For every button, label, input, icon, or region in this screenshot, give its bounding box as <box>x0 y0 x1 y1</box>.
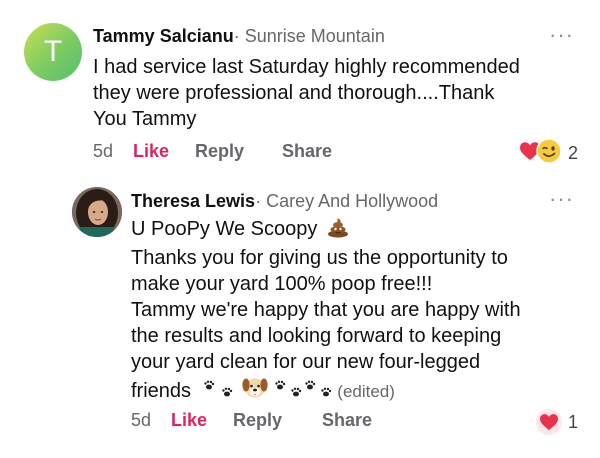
comment-text: I had service last Saturday highly recom… <box>93 54 583 132</box>
avatar[interactable] <box>72 187 122 237</box>
comment-line: I had service last Saturday highly recom… <box>93 56 520 78</box>
comment-line: U PooPy We Scoopy <box>131 216 581 245</box>
comment-line: Thanks you for giving us the opportunity… <box>131 247 508 269</box>
share-button[interactable]: Share <box>322 410 372 431</box>
comment-line: make your yard 100% poop free!!! <box>131 273 433 295</box>
edited-label[interactable]: (edited) <box>337 382 395 401</box>
avatar-letter: T <box>43 35 63 68</box>
separator: · <box>255 191 262 211</box>
like-button[interactable]: Like <box>171 410 233 431</box>
comment-line-text: U PooPy We Scoopy <box>131 218 318 240</box>
comment-header: Tammy Salcianu· Sunrise Mountain <box>93 25 385 47</box>
comment-line-text: friends <box>131 380 192 402</box>
reaction-count: 1 <box>567 411 578 432</box>
comment-line: Tammy we're happy that you are happy wit… <box>131 299 521 321</box>
reply-button[interactable]: Reply <box>233 410 322 431</box>
comment-text: U PooPy We Scoopy Thanks you for giving … <box>131 216 581 406</box>
more-options-icon[interactable]: ··· <box>549 24 574 46</box>
heart-icon <box>535 409 562 435</box>
comment-theresa: Theresa Lewis· Carey And Hollywood ··· U… <box>0 175 600 458</box>
reaction-count: 2 <box>567 143 578 163</box>
more-options-icon[interactable]: ··· <box>549 188 574 210</box>
comment-actions: 5d Like Reply Share <box>93 141 332 162</box>
poop-emoji-icon <box>327 216 349 245</box>
reactions-summary[interactable]: 2 <box>519 138 578 169</box>
comment-line: You Tammy <box>93 108 197 130</box>
paw-prints-icon <box>274 379 332 406</box>
comment-line: they were professional and thorough....T… <box>93 82 495 104</box>
comment-actions: 5d Like Reply Share <box>131 410 372 431</box>
reply-button[interactable]: Reply <box>195 141 282 162</box>
paw-prints-icon <box>203 379 237 406</box>
share-button[interactable]: Share <box>282 141 332 162</box>
wink-face-icon <box>536 138 562 169</box>
author-location: Sunrise Mountain <box>244 26 385 46</box>
author-name[interactable]: Tammy Salcianu <box>93 26 234 46</box>
comment-line: the results and looking forward to keepi… <box>131 325 502 347</box>
avatar[interactable]: T <box>24 23 82 81</box>
separator: · <box>233 26 240 46</box>
comment-line: friends (edited) <box>131 375 581 406</box>
author-location: Carey And Hollywood <box>266 191 439 211</box>
comment-header: Theresa Lewis· Carey And Hollywood <box>131 190 438 212</box>
like-button[interactable]: Like <box>133 141 195 162</box>
dog-face-icon <box>242 375 268 406</box>
reactions-summary[interactable]: 1 <box>535 409 578 435</box>
author-name[interactable]: Theresa Lewis <box>131 191 255 211</box>
timestamp[interactable]: 5d <box>93 141 133 162</box>
timestamp[interactable]: 5d <box>131 410 171 431</box>
comment-tammy: T Tammy Salcianu· Sunrise Mountain ··· I… <box>0 0 600 175</box>
comment-line: your yard clean for our new four-legged <box>131 351 481 373</box>
